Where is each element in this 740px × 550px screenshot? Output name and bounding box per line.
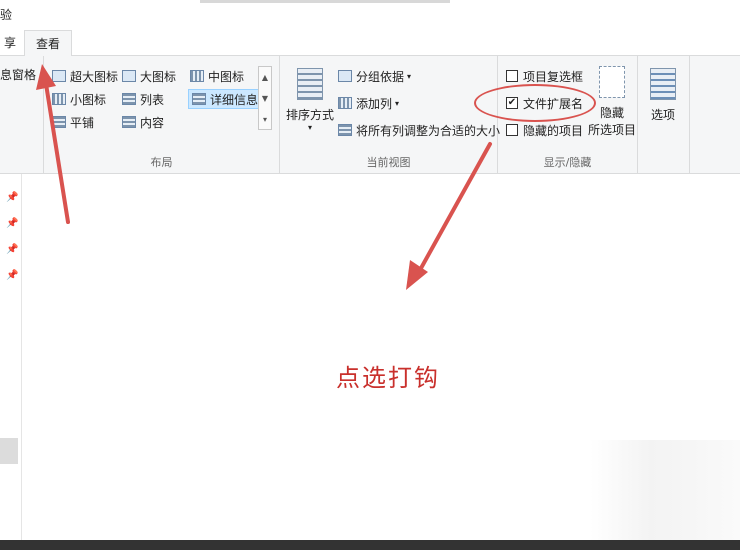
annotation-arrows [36, 64, 492, 290]
arrow-to-checkbox [406, 142, 492, 290]
bottom-bar [0, 540, 740, 550]
arrow-to-view-tab [36, 64, 70, 224]
